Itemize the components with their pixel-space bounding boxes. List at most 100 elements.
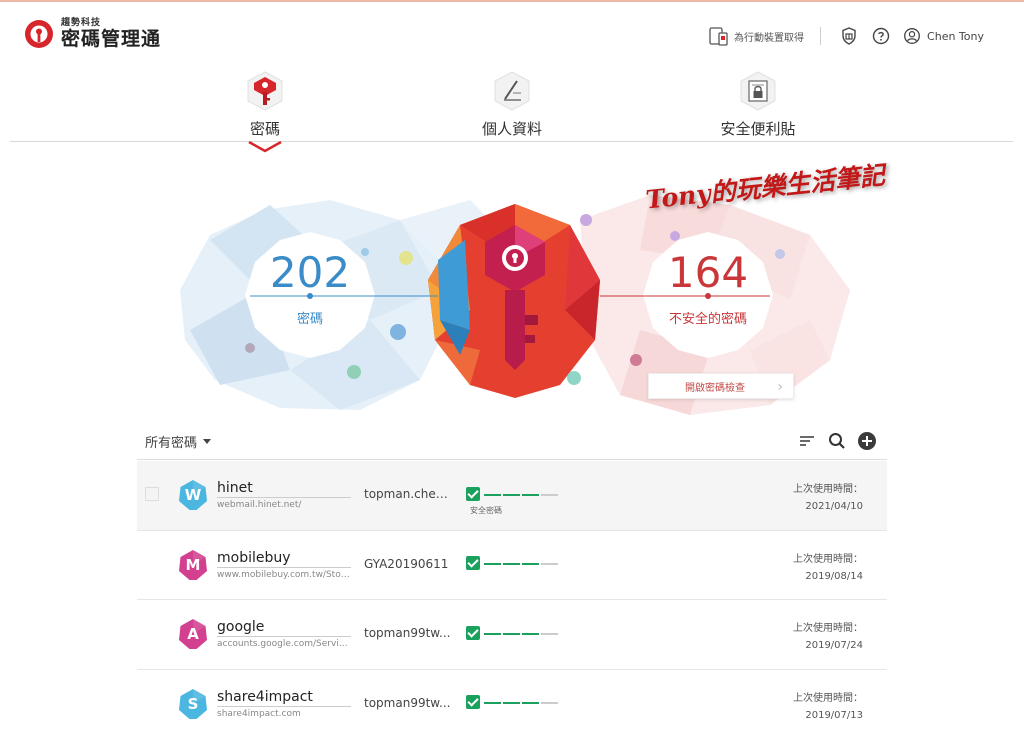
chevron-right-icon: ›: [777, 379, 783, 395]
user-name: Chen Tony: [927, 29, 984, 43]
last-used-label: 上次使用時間：: [793, 623, 863, 634]
site-avatar-letter: M: [185, 555, 201, 574]
strength-meter: [484, 693, 560, 712]
unsafe-passwords-label: 不安全的密碼: [668, 312, 747, 327]
strength-bar-segment: [503, 493, 520, 496]
password-list-toolbar: 所有密碼: [137, 424, 887, 460]
total-passwords-count: 202: [269, 248, 351, 297]
app-header: 趨勢科技 密碼管理通 為行動裝置取得 Chen Tony: [0, 0, 1024, 70]
total-passwords-stat[interactable]: 202 密碼: [254, 248, 366, 328]
strength-bar-segment: [484, 493, 501, 496]
site-avatar: M: [177, 549, 209, 581]
get-for-mobile-link[interactable]: 為行動裝置取得: [708, 25, 804, 47]
search-icon[interactable]: [827, 431, 847, 451]
strength-bar-segment: [522, 702, 539, 704]
company-name: 趨勢科技: [61, 18, 102, 28]
last-used-label: 上次使用時間：: [793, 484, 863, 495]
strength-bar-segment: [541, 702, 558, 704]
header-divider: [820, 27, 822, 45]
last-used: 上次使用時間： 2019/07/13: [793, 690, 863, 724]
last-used-date: 2019/08/14: [805, 570, 863, 582]
unsafe-passwords-count: 164: [667, 248, 749, 297]
site-avatar-letter: W: [184, 486, 202, 504]
pen-icon: [494, 71, 530, 111]
password-strength: [466, 692, 576, 712]
username[interactable]: topman99tw...: [364, 696, 454, 710]
last-used: 上次使用時間： 2021/04/10: [793, 481, 863, 515]
shield-gift-icon[interactable]: [839, 26, 859, 46]
trend-micro-logo-icon: [25, 20, 53, 48]
username[interactable]: topman99tw...: [364, 626, 454, 640]
help-icon[interactable]: [871, 26, 891, 46]
password-filter-label: 所有密碼: [145, 436, 198, 451]
safe-check-icon: [466, 486, 480, 501]
strength-bar-segment: [503, 702, 520, 704]
site-avatar: S: [177, 688, 209, 720]
open-password-check-button[interactable]: 開啟密碼檢查 ›: [648, 373, 794, 399]
strength-bar-segment: [522, 632, 539, 635]
strength-bar-segment: [484, 702, 501, 704]
unsafe-passwords-stat[interactable]: 164 不安全的密碼: [648, 248, 768, 328]
site-avatar: A: [177, 618, 209, 650]
product-name: 密碼管理通: [61, 28, 162, 50]
site-url[interactable]: share4impact.com: [217, 709, 351, 719]
site-name[interactable]: mobilebuy: [217, 550, 351, 568]
site-name[interactable]: share4impact: [217, 689, 351, 707]
site-url[interactable]: www.mobilebuy.com.tw/Store...: [217, 570, 351, 580]
safe-check-icon: [466, 695, 480, 709]
site-name[interactable]: hinet: [217, 480, 351, 498]
active-tab-indicator: [248, 141, 282, 153]
strength-bar-segment: [484, 632, 501, 635]
last-used: 上次使用時間： 2019/08/14: [793, 551, 863, 585]
password-row[interactable]: Agoogle accounts.google.com/Service... top…: [137, 600, 887, 670]
last-used-label: 上次使用時間：: [793, 692, 863, 704]
strength-bar-segment: [541, 632, 558, 635]
safe-password-label: 安全密碼: [470, 506, 502, 515]
tab-passwords-label: 密碼: [249, 120, 280, 138]
tab-personal-info[interactable]: 個人資料: [452, 70, 572, 139]
total-passwords-label: 密碼: [296, 312, 323, 327]
password-row[interactable]: Sshare4impact share4impact.com topman99tw.…: [137, 670, 887, 733]
add-icon[interactable]: [857, 431, 877, 451]
safe-check-icon: [466, 625, 480, 640]
strength-bar-segment: [503, 632, 520, 635]
row-checkbox[interactable]: [145, 487, 159, 501]
site-avatar-letter: S: [187, 694, 199, 713]
open-password-check-label: 開啟密碼檢查: [685, 382, 745, 394]
strength-bar-segment: [503, 563, 520, 565]
password-filter-dropdown[interactable]: 所有密碼: [145, 432, 212, 451]
user-menu[interactable]: Chen Tony: [903, 27, 984, 45]
strength-bar-segment: [522, 563, 539, 565]
password-strength: [466, 553, 576, 573]
last-used: 上次使用時間： 2019/07/24: [793, 620, 863, 654]
tab-passwords[interactable]: 密碼: [205, 70, 325, 139]
strength-meter: [484, 484, 560, 503]
site-avatar-letter: A: [187, 625, 199, 643]
safe-check-icon: [466, 556, 480, 570]
sort-icon[interactable]: [797, 431, 817, 451]
password-row[interactable]: Whinet webmail.hinet.net/topman.chen... 安全…: [137, 461, 887, 531]
last-used-date: 2019/07/13: [805, 709, 863, 721]
strength-bar-segment: [541, 563, 558, 565]
tab-secure-notes[interactable]: 安全便利貼: [698, 70, 818, 139]
strength-bar-segment: [522, 493, 539, 496]
mobile-device-icon: [709, 27, 728, 46]
username[interactable]: GYA20190611: [364, 557, 454, 571]
last-used-date: 2019/07/24: [805, 640, 863, 651]
username[interactable]: topman.chen...: [364, 487, 454, 501]
site-avatar: W: [177, 479, 209, 511]
user-icon: [904, 28, 920, 44]
last-used-date: 2021/04/10: [805, 501, 863, 512]
tab-secure-notes-label: 安全便利貼: [720, 120, 796, 138]
password-row[interactable]: Mmobilebuy www.mobilebuy.com.tw/Store... G…: [137, 531, 887, 600]
key-icon: [247, 71, 283, 111]
site-url[interactable]: accounts.google.com/Service...: [217, 639, 351, 649]
tab-personal-info-label: 個人資料: [481, 120, 542, 138]
password-strength: 安全密碼: [466, 483, 576, 516]
last-used-label: 上次使用時間：: [793, 553, 863, 565]
site-url[interactable]: webmail.hinet.net/: [217, 500, 351, 510]
strength-bar-segment: [484, 563, 501, 565]
header-actions: 為行動裝置取得 Chen Tony: [708, 24, 984, 48]
get-for-mobile-label: 為行動裝置取得: [734, 32, 805, 44]
site-name[interactable]: google: [217, 619, 351, 637]
